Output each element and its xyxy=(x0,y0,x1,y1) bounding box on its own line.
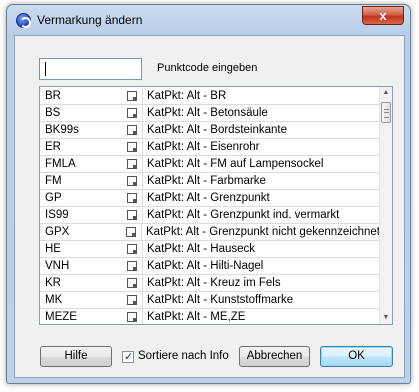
info-note-icon[interactable] xyxy=(127,209,137,220)
list-item[interactable]: MEZE KatPkt: Alt - ME,ZE xyxy=(40,307,380,325)
scroll-down-arrow-icon[interactable]: ▼ xyxy=(380,312,392,324)
info-note-icon[interactable] xyxy=(126,226,137,237)
ok-button[interactable]: OK xyxy=(320,346,393,367)
list-item[interactable]: FM KatPkt: Alt - Farbmarke xyxy=(40,171,380,190)
cancel-button[interactable]: Abbrechen xyxy=(239,346,310,367)
sort-by-info-label[interactable]: Sortiere nach Info xyxy=(138,350,229,362)
list-item[interactable]: ER KatPkt: Alt - Eisenrohr xyxy=(40,137,380,156)
list-item-code: VNH xyxy=(45,259,70,272)
list-item-description: KatPkt: Alt - BR xyxy=(147,89,227,102)
list-item-code: GP xyxy=(45,191,62,204)
info-icon-cell xyxy=(122,206,142,224)
list-item[interactable]: BK99s KatPkt: Alt - Bordsteinkante xyxy=(40,120,380,139)
list-item-description: KatPkt: Alt - Kunststoffmarke xyxy=(147,293,294,306)
info-icon-cell xyxy=(122,172,142,190)
info-note-icon[interactable] xyxy=(127,311,137,322)
list-item-description: KatPkt: Alt - FM auf Lampensockel xyxy=(147,157,324,170)
list-item[interactable]: KR KatPkt: Alt - Kreuz im Fels xyxy=(40,273,380,292)
info-icon-cell xyxy=(122,155,142,173)
info-note-icon[interactable] xyxy=(127,90,137,101)
list-item-code: BR xyxy=(45,89,61,102)
help-button[interactable]: Hilfe xyxy=(40,346,112,367)
sort-by-info-checkbox[interactable]: ✓ xyxy=(122,351,134,363)
info-icon-cell xyxy=(121,223,141,241)
list-item-code: BS xyxy=(45,106,61,119)
scroll-thumb[interactable] xyxy=(381,102,391,123)
list-item[interactable]: VNH KatPkt: Alt - Hilti-Nagel xyxy=(40,256,380,275)
vertical-scrollbar[interactable]: ▲ ▼ xyxy=(379,87,392,324)
info-icon-cell xyxy=(122,274,142,292)
info-icon-cell xyxy=(122,87,142,105)
list-item[interactable]: GPX KatPkt: Alt - Grenzpunkt nicht gekenn… xyxy=(40,222,380,241)
list-item[interactable]: HE KatPkt: Alt - Hauseck xyxy=(40,239,380,258)
dialog-client-area: Punktcode eingeben BR KatPkt: Alt - BR BS K… xyxy=(14,35,405,378)
vermarkung-list[interactable]: BR KatPkt: Alt - BR BS KatPkt: Alt - Betons… xyxy=(39,86,393,325)
info-note-icon[interactable] xyxy=(127,192,137,203)
info-icon-cell xyxy=(122,291,142,309)
scroll-up-arrow-icon[interactable]: ▲ xyxy=(380,87,392,99)
info-icon-cell xyxy=(122,104,142,122)
info-icon-cell xyxy=(122,121,142,139)
info-icon-cell xyxy=(122,240,142,258)
list-item-description: KatPkt: Alt - ME,ZE xyxy=(147,310,246,323)
window-title: Vermarkung ändern xyxy=(37,13,143,27)
app-icon xyxy=(16,13,31,28)
info-icon-cell xyxy=(122,138,142,156)
text-caret xyxy=(45,62,46,76)
list-item[interactable]: MK KatPkt: Alt - Kunststoffmarke xyxy=(40,290,380,309)
list-item-code: GPX xyxy=(45,225,70,238)
list-item-code: HE xyxy=(45,242,61,255)
list-item-code: IS99 xyxy=(45,208,69,221)
info-note-icon[interactable] xyxy=(127,141,137,152)
list-item[interactable]: BR KatPkt: Alt - BR xyxy=(40,87,380,105)
list-item-code: ER xyxy=(45,140,61,153)
info-note-icon[interactable] xyxy=(127,277,137,288)
list-item-code: FM xyxy=(45,174,62,187)
info-icon-cell xyxy=(122,308,142,325)
info-note-icon[interactable] xyxy=(127,107,137,118)
info-note-icon[interactable] xyxy=(127,175,137,186)
punktcode-input[interactable] xyxy=(39,58,142,80)
list-item-description: KatPkt: Alt - Grenzpunkt xyxy=(147,191,270,204)
list-item-code: KR xyxy=(45,276,61,289)
list-item-description: KatPkt: Alt - Grenzpunkt ind. vermarkt xyxy=(147,208,340,221)
list-item-description: KatPkt: Alt - Grenzpunkt nicht gekennzei… xyxy=(146,225,380,238)
list-item-description: KatPkt: Alt - Bordsteinkante xyxy=(147,123,287,136)
info-note-icon[interactable] xyxy=(127,294,137,305)
list-item-description: KatPkt: Alt - Eisenrohr xyxy=(147,140,260,153)
punktcode-label: Punktcode eingeben xyxy=(157,62,258,74)
list-item[interactable]: FMLA KatPkt: Alt - FM auf Lampensockel xyxy=(40,154,380,173)
list-item-code: BK99s xyxy=(45,123,79,136)
list-item-description: KatPkt: Alt - Kreuz im Fels xyxy=(147,276,281,289)
list-item-description: KatPkt: Alt - Hauseck xyxy=(147,242,256,255)
list-item-code: FMLA xyxy=(45,157,76,170)
info-note-icon[interactable] xyxy=(127,260,137,271)
list-item[interactable]: BS KatPkt: Alt - Betonsäule xyxy=(40,103,380,122)
info-note-icon[interactable] xyxy=(127,158,137,169)
list-item-description: KatPkt: Alt - Betonsäule xyxy=(147,106,268,119)
list-item[interactable]: IS99 KatPkt: Alt - Grenzpunkt ind. vermar… xyxy=(40,205,380,224)
close-button[interactable]: x xyxy=(362,6,404,25)
list-item-code: MEZE xyxy=(45,310,77,323)
list-item-description: KatPkt: Alt - Farbmarke xyxy=(147,174,266,187)
list-item-description: KatPkt: Alt - Hilti-Nagel xyxy=(147,259,264,272)
list-item[interactable]: GP KatPkt: Alt - Grenzpunkt xyxy=(40,188,380,207)
info-note-icon[interactable] xyxy=(127,243,137,254)
list-item-code: MK xyxy=(45,293,63,306)
info-icon-cell xyxy=(122,189,142,207)
info-note-icon[interactable] xyxy=(127,124,137,135)
title-bar[interactable]: Vermarkung ändern x xyxy=(7,5,410,35)
info-icon-cell xyxy=(122,257,142,275)
checkmark-icon: ✓ xyxy=(124,351,134,363)
dialog-window: Vermarkung ändern x Punktcode eingeben B… xyxy=(6,4,411,384)
